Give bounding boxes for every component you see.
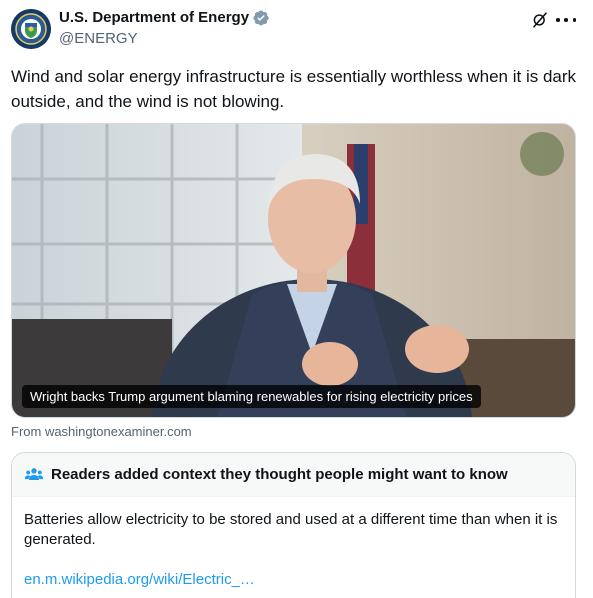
author-name-row[interactable]: U.S. Department of Energy: [59, 9, 270, 27]
media-caption: Wright backs Trump argument blaming rene…: [22, 385, 481, 408]
tweet-text: Wind and solar energy infrastructure is …: [11, 67, 577, 111]
link-source[interactable]: From washingtonexaminer.com: [11, 424, 192, 440]
verified-badge-icon[interactable]: [252, 9, 270, 27]
avatar[interactable]: [11, 9, 51, 49]
article-photo: [12, 124, 575, 417]
grok-icon[interactable]: [531, 11, 549, 29]
people-icon: [24, 467, 44, 480]
community-note-text: Batteries allow electricity to be stored…: [24, 511, 558, 548]
community-note-title: Readers added context they thought peopl…: [51, 466, 508, 483]
author-display-name[interactable]: U.S. Department of Energy: [59, 9, 249, 27]
community-note-body: Batteries allow electricity to be stored…: [12, 497, 575, 590]
more-dot: [564, 18, 568, 22]
doe-seal-logo: [11, 9, 51, 49]
community-note: Readers added context they thought peopl…: [11, 452, 576, 598]
more-options-icon[interactable]: [556, 11, 576, 29]
author-handle[interactable]: @ENERGY: [59, 30, 138, 48]
more-dot: [572, 18, 576, 22]
community-note-header[interactable]: Readers added context they thought peopl…: [12, 453, 575, 497]
article-card-image[interactable]: [11, 123, 576, 418]
more-dot: [556, 18, 560, 22]
community-note-link[interactable]: en.m.wikipedia.org/wiki/Electric_…: [24, 570, 563, 590]
